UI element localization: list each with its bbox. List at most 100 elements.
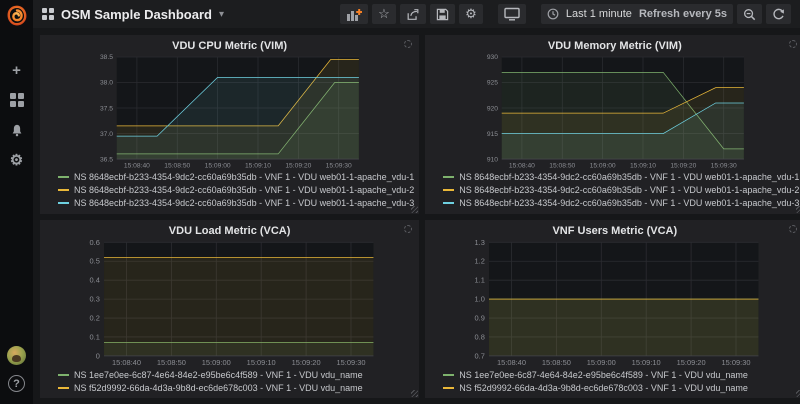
top-navbar: OSM Sample Dashboard ▾ ☆ — [33, 0, 800, 28]
grafana-logo-icon[interactable] — [6, 5, 28, 27]
svg-text:0.1: 0.1 — [89, 332, 99, 341]
svg-text:930: 930 — [487, 54, 498, 61]
legend-item[interactable]: NS 8648ecbf-b233-4354-9dc2-cc60a69b35db … — [443, 197, 799, 210]
refresh-button[interactable] — [766, 4, 791, 24]
legend-color-swatch — [443, 176, 454, 178]
svg-text:0: 0 — [96, 351, 100, 360]
svg-text:920: 920 — [487, 105, 498, 112]
svg-text:15:09:20: 15:09:20 — [292, 358, 321, 367]
tv-mode-button[interactable] — [498, 4, 526, 24]
legend-label[interactable]: NS 1ee7e0ee-6c87-4e64-84e2-e95be6c4f589 … — [459, 370, 748, 380]
svg-text:0.9: 0.9 — [475, 313, 485, 322]
svg-text:15:09:30: 15:09:30 — [326, 162, 352, 169]
panel-header: VDU CPU Metric (VIM) — [45, 38, 414, 54]
legend-item[interactable]: NS 8648ecbf-b233-4354-9dc2-cc60a69b35db … — [58, 184, 414, 197]
svg-text:1.3: 1.3 — [475, 239, 485, 247]
load-line-chart[interactable]: 00.10.20.30.40.50.615:08:4015:08:5015:09… — [45, 239, 414, 368]
legend-label[interactable]: NS 8648ecbf-b233-4354-9dc2-cc60a69b35db … — [459, 185, 799, 195]
svg-text:15:09:10: 15:09:10 — [247, 358, 276, 367]
dashboard-settings-button[interactable]: ⚙ — [459, 4, 483, 24]
dashboard-grid: VDU CPU Metric (VIM) 36.537.037.538.038.… — [33, 28, 800, 404]
svg-text:0.7: 0.7 — [475, 351, 485, 360]
panel-resize-handle[interactable] — [411, 390, 418, 397]
refresh-spinner-icon — [404, 225, 412, 233]
panel-title[interactable]: VDU CPU Metric (VIM) — [172, 40, 287, 52]
svg-text:15:08:50: 15:08:50 — [157, 358, 186, 367]
legend-item[interactable]: NS f52d9992-66da-4d3a-9b8d-ec6de678c003 … — [58, 381, 414, 394]
panel-vdu-cpu-metric: VDU CPU Metric (VIM) 36.537.037.538.038.… — [40, 35, 419, 214]
legend-color-swatch — [443, 202, 454, 204]
legend-label[interactable]: NS 8648ecbf-b233-4354-9dc2-cc60a69b35db … — [459, 198, 799, 208]
star-dashboard-button[interactable]: ☆ — [372, 4, 396, 24]
legend-item[interactable]: NS 1ee7e0ee-6c87-4e64-84e2-e95be6c4f589 … — [58, 368, 414, 381]
share-dashboard-button[interactable] — [400, 4, 426, 24]
svg-text:15:09:10: 15:09:10 — [630, 162, 656, 169]
svg-text:15:09:10: 15:09:10 — [632, 358, 661, 367]
svg-text:910: 910 — [487, 156, 498, 163]
svg-text:1.1: 1.1 — [475, 275, 485, 284]
panel-title[interactable]: VDU Load Metric (VCA) — [169, 225, 291, 237]
svg-text:15:09:00: 15:09:00 — [590, 162, 616, 169]
help-icon[interactable]: ? — [8, 375, 25, 392]
clock-icon — [547, 8, 559, 20]
legend-item[interactable]: NS 1ee7e0ee-6c87-4e64-84e2-e95be6c4f589 … — [443, 368, 799, 381]
panel-resize-handle[interactable] — [411, 206, 418, 213]
add-panel-button[interactable] — [340, 4, 368, 24]
legend-label[interactable]: NS f52d9992-66da-4d3a-9b8d-ec6de678c003 … — [459, 383, 748, 393]
legend-item[interactable]: NS 8648ecbf-b233-4354-9dc2-cc60a69b35db … — [443, 184, 799, 197]
legend-label[interactable]: NS 8648ecbf-b233-4354-9dc2-cc60a69b35db … — [74, 172, 414, 182]
legend-label[interactable]: NS 8648ecbf-b233-4354-9dc2-cc60a69b35db … — [459, 172, 799, 182]
panel-vdu-load-metric: VDU Load Metric (VCA) 00.10.20.30.40.50.… — [40, 220, 419, 399]
chevron-down-icon[interactable]: ▾ — [219, 9, 224, 20]
svg-text:15:08:40: 15:08:40 — [509, 162, 535, 169]
share-icon — [406, 8, 420, 21]
refresh-icon — [772, 8, 785, 21]
legend-label[interactable]: NS 1ee7e0ee-6c87-4e64-84e2-e95be6c4f589 … — [74, 370, 363, 380]
refresh-spinner-icon — [404, 40, 412, 48]
legend-label[interactable]: NS f52d9992-66da-4d3a-9b8d-ec6de678c003 … — [74, 383, 363, 393]
legend-label[interactable]: NS 8648ecbf-b233-4354-9dc2-cc60a69b35db … — [74, 185, 414, 195]
refresh-interval-label[interactable]: Refresh every 5s — [639, 8, 727, 20]
legend-label[interactable]: NS 8648ecbf-b233-4354-9dc2-cc60a69b35db … — [74, 198, 414, 208]
legend-item[interactable]: NS f52d9992-66da-4d3a-9b8d-ec6de678c003 … — [443, 381, 799, 394]
panel-title[interactable]: VNF Users Metric (VCA) — [552, 225, 677, 237]
legend-item[interactable]: NS 8648ecbf-b233-4354-9dc2-cc60a69b35db … — [443, 171, 799, 184]
zoom-out-button[interactable] — [737, 4, 762, 24]
svg-text:15:08:40: 15:08:40 — [497, 358, 526, 367]
dashboards-icon[interactable] — [7, 91, 27, 109]
panel-vdu-memory-metric: VDU Memory Metric (VIM) 9109159209259301… — [425, 35, 800, 214]
panel-vnf-users-metric: VNF Users Metric (VCA) 0.70.80.91.01.11.… — [425, 220, 800, 399]
svg-text:15:09:20: 15:09:20 — [671, 162, 697, 169]
panel-resize-handle[interactable] — [796, 390, 800, 397]
memory-line-chart[interactable]: 91091592092593015:08:4015:08:5015:09:001… — [430, 54, 799, 170]
sidebar-menu: + ⚙ — [7, 61, 27, 169]
user-avatar[interactable] — [7, 346, 26, 365]
legend-color-swatch — [58, 202, 69, 204]
configuration-gear-icon[interactable]: ⚙ — [7, 151, 27, 169]
svg-text:15:09:30: 15:09:30 — [722, 358, 751, 367]
time-picker-button[interactable]: Last 1 minute Refresh every 5s — [541, 4, 733, 24]
legend-item[interactable]: NS 8648ecbf-b233-4354-9dc2-cc60a69b35db … — [58, 197, 414, 210]
svg-text:0.2: 0.2 — [89, 313, 99, 322]
panel-title[interactable]: VDU Memory Metric (VIM) — [548, 40, 682, 52]
legend-color-swatch — [58, 189, 69, 191]
cpu-line-chart[interactable]: 36.537.037.538.038.515:08:4015:08:5015:0… — [45, 54, 414, 170]
legend-item[interactable]: NS 8648ecbf-b233-4354-9dc2-cc60a69b35db … — [58, 171, 414, 184]
svg-text:0.5: 0.5 — [89, 256, 99, 265]
alerting-bell-icon[interactable] — [7, 121, 27, 139]
dashboard-title-group[interactable]: OSM Sample Dashboard ▾ — [42, 7, 224, 22]
panel-resize-handle[interactable] — [796, 206, 800, 213]
svg-text:15:08:50: 15:08:50 — [549, 162, 575, 169]
svg-text:38.0: 38.0 — [100, 80, 113, 87]
chart-legend: NS 8648ecbf-b233-4354-9dc2-cc60a69b35db … — [45, 170, 414, 212]
save-dashboard-button[interactable] — [430, 4, 455, 24]
refresh-spinner-icon — [789, 40, 797, 48]
create-plus-icon[interactable]: + — [7, 61, 27, 79]
grafana-app: + ⚙ ? OSM Sample Dashboard ▾ — [0, 0, 800, 404]
svg-text:915: 915 — [487, 131, 498, 138]
svg-text:15:09:30: 15:09:30 — [336, 358, 365, 367]
chart-legend: NS 8648ecbf-b233-4354-9dc2-cc60a69b35db … — [430, 170, 799, 212]
dashboard-title[interactable]: OSM Sample Dashboard — [61, 7, 212, 22]
svg-text:15:08:50: 15:08:50 — [164, 162, 190, 169]
users-line-chart[interactable]: 0.70.80.91.01.11.21.315:08:4015:08:5015:… — [430, 239, 799, 368]
